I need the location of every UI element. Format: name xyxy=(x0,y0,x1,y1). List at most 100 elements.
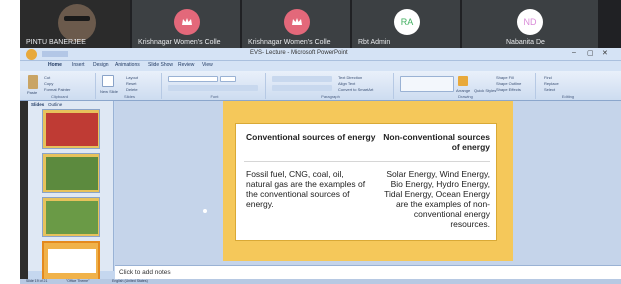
replace-button[interactable]: Replace xyxy=(544,81,559,86)
slide-thumbnail-selected[interactable] xyxy=(42,241,100,281)
font-format-buttons[interactable] xyxy=(168,85,258,91)
tab-design[interactable]: Design xyxy=(93,62,109,68)
tab-insert[interactable]: Insert xyxy=(72,62,85,68)
group-font: Font xyxy=(164,73,266,99)
participant-video-icon xyxy=(58,4,96,42)
crown-icon xyxy=(182,18,192,25)
avatar xyxy=(284,9,310,35)
find-button[interactable]: Find xyxy=(544,75,552,80)
arrange-icon[interactable] xyxy=(458,76,468,86)
tab-view[interactable]: View xyxy=(202,62,213,68)
office-button-icon[interactable] xyxy=(26,49,37,60)
right-column-body: Solar Energy, Wind Energy, Bio Energy, H… xyxy=(384,169,490,229)
ribbon-tabs: Home Insert Design Animations Slide Show… xyxy=(20,61,621,71)
thumbnail-content xyxy=(48,249,96,273)
group-label: Slides xyxy=(124,94,135,99)
screen: PINTU BANERJEE Krishnagar Women's Colle … xyxy=(20,0,621,284)
group-label: Font xyxy=(210,94,219,99)
thumbnail-content xyxy=(46,201,98,234)
format-painter-button[interactable]: Format Painter xyxy=(44,87,70,92)
shapes-gallery[interactable] xyxy=(400,76,454,92)
group-editing: Find Replace Select Editing xyxy=(538,73,598,99)
group-paragraph: Text Direction Align Text Convert to Sma… xyxy=(268,73,394,99)
select-button[interactable]: Select xyxy=(544,87,555,92)
current-slide[interactable]: Conventional sources of energy Non-conve… xyxy=(223,101,513,261)
paste-icon[interactable] xyxy=(28,75,38,89)
language-indicator: English (United States) xyxy=(112,279,148,283)
tab-home[interactable]: Home xyxy=(48,62,62,68)
arrange-button[interactable]: Arrange xyxy=(456,88,470,93)
new-slide-icon[interactable] xyxy=(102,75,114,87)
avatar: ND xyxy=(517,9,543,35)
mouse-cursor-icon xyxy=(203,209,207,213)
delete-button[interactable]: Delete xyxy=(126,87,138,92)
group-slides: New Slide Layout Reset Delete Slides xyxy=(98,73,162,99)
quick-styles-button[interactable]: Quick Styles xyxy=(474,88,496,93)
participant-strip: PINTU BANERJEE Krishnagar Women's Colle … xyxy=(20,0,621,48)
slides-pane: Slides Outline xyxy=(28,101,114,281)
convert-smartart-button[interactable]: Convert to SmartArt xyxy=(338,87,373,92)
slide-editing-area: Conventional sources of energy Non-conve… xyxy=(115,101,621,265)
powerpoint-window: EVS- Lecture - Microsoft PowerPoint – ▢ … xyxy=(20,48,621,284)
layout-button[interactable]: Layout xyxy=(126,75,138,80)
right-column-heading: Non-conventional sources of energy xyxy=(383,132,490,152)
theme-name: "Office Theme" xyxy=(66,279,90,283)
copy-button[interactable]: Copy xyxy=(44,81,53,86)
title-bar: EVS- Lecture - Microsoft PowerPoint – ▢ … xyxy=(20,48,621,61)
left-column-heading: Conventional sources of energy xyxy=(246,132,376,142)
participant-tile-1[interactable]: Krishnagar Women's Colle xyxy=(132,0,240,48)
quick-access-toolbar[interactable] xyxy=(42,51,68,57)
participant-tile-3[interactable]: RA Rbt Admin xyxy=(352,0,460,48)
font-size-field[interactable] xyxy=(220,76,236,82)
status-bar: Slide 19 of 21 "Office Theme" English (U… xyxy=(20,279,621,284)
shape-fill-button[interactable]: Shape Fill xyxy=(496,75,514,80)
tab-slide-show[interactable]: Slide Show xyxy=(148,62,173,68)
shape-outline-button[interactable]: Shape Outline xyxy=(496,81,521,86)
tab-animations[interactable]: Animations xyxy=(115,62,140,68)
thumbnail-content xyxy=(46,157,98,190)
participant-tile-video[interactable]: PINTU BANERJEE xyxy=(20,0,130,48)
glasses-icon xyxy=(64,16,90,21)
heading-divider xyxy=(244,161,490,162)
close-button[interactable]: ✕ xyxy=(602,49,608,57)
participant-name: Rbt Admin xyxy=(358,39,391,46)
participant-name: Krishnagar Women's Colle xyxy=(248,39,331,46)
font-name-field[interactable] xyxy=(168,76,218,82)
avatar: RA xyxy=(394,9,420,35)
participant-name: Krishnagar Women's Colle xyxy=(138,39,221,46)
slide-content-box[interactable]: Conventional sources of energy Non-conve… xyxy=(235,123,497,241)
crown-icon xyxy=(292,18,302,25)
maximize-button[interactable]: ▢ xyxy=(587,49,594,57)
slide-thumbnail[interactable] xyxy=(42,153,100,193)
tab-outline-pane[interactable]: Outline xyxy=(48,102,62,107)
shape-effects-button[interactable]: Shape Effects xyxy=(496,87,521,92)
participant-tile-4[interactable]: ND Nabanita De xyxy=(462,0,598,48)
notes-pane[interactable]: Click to add notes xyxy=(115,265,621,279)
minimize-button[interactable]: – xyxy=(572,49,576,56)
group-drawing: Arrange Quick Styles Shape Fill Shape Ou… xyxy=(396,73,536,99)
reset-button[interactable]: Reset xyxy=(126,81,136,86)
ribbon: Paste Cut Copy Format Painter Clipboard … xyxy=(20,71,621,101)
align-buttons[interactable] xyxy=(272,85,332,91)
align-text-button[interactable]: Align Text xyxy=(338,81,355,86)
window-title: EVS- Lecture - Microsoft PowerPoint xyxy=(250,50,348,56)
group-label: Editing xyxy=(561,94,575,99)
list-buttons[interactable] xyxy=(272,76,332,82)
slide-thumbnail[interactable] xyxy=(42,109,100,149)
thumbnail-content xyxy=(46,113,98,146)
tab-slides-pane[interactable]: Slides xyxy=(31,102,44,107)
left-edge xyxy=(20,101,28,279)
slide-counter: Slide 19 of 21 xyxy=(26,279,48,283)
tab-review[interactable]: Review xyxy=(178,62,194,68)
participant-name: Nabanita De xyxy=(506,39,545,46)
text-direction-button[interactable]: Text Direction xyxy=(338,75,362,80)
participant-tile-2[interactable]: Krishnagar Women's Colle xyxy=(242,0,350,48)
group-label: Clipboard xyxy=(50,94,69,99)
group-label: Paragraph xyxy=(321,94,340,99)
left-column-body: Fossil fuel, CNG, coal, oil, natural gas… xyxy=(246,169,366,209)
notes-placeholder: Click to add notes xyxy=(119,269,171,276)
avatar xyxy=(174,9,200,35)
slide-thumbnail[interactable] xyxy=(42,197,100,237)
group-clipboard: Paste Cut Copy Format Painter Clipboard xyxy=(24,73,96,99)
cut-button[interactable]: Cut xyxy=(44,75,50,80)
